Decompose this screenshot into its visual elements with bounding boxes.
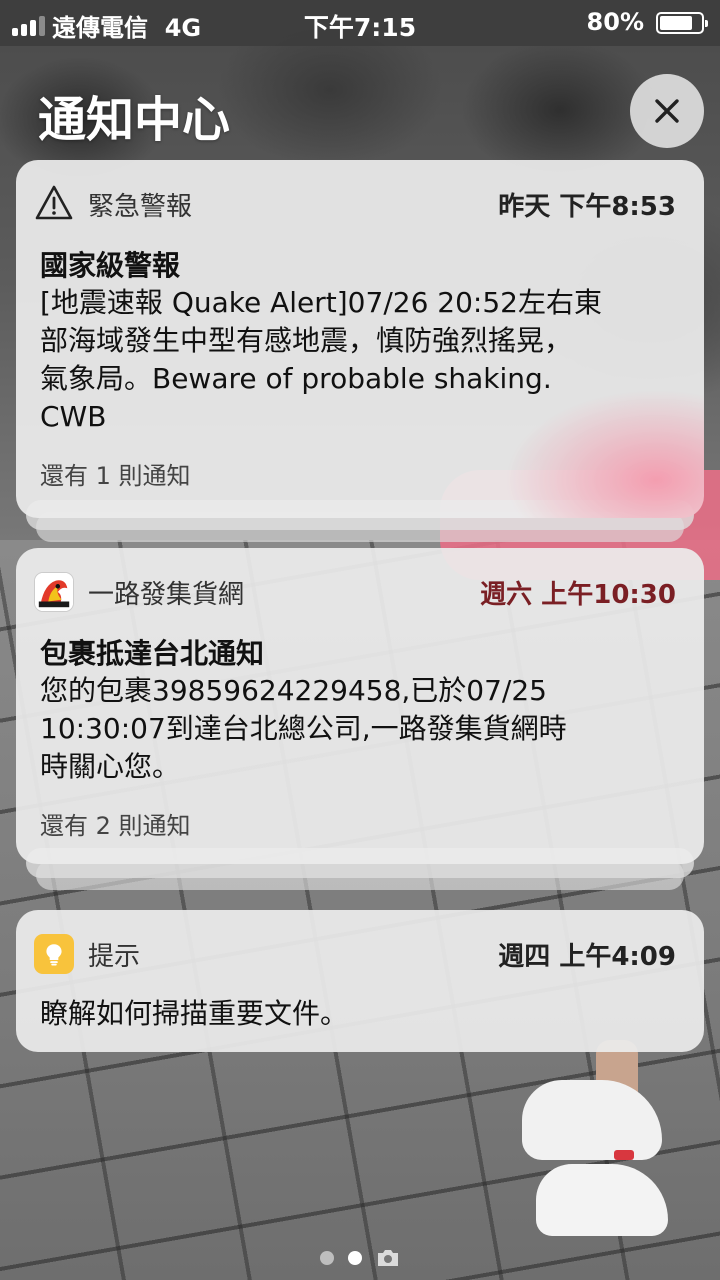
close-button[interactable] [630,74,704,148]
notification-time: 週六 上午10:30 [480,580,676,610]
notification-title: 瞭解如何掃描重要文件。 [40,997,349,1030]
notification-body-line: 氣象局。Beware of probable shaking. [40,362,552,395]
notification-time: 昨天 下午8:53 [498,192,676,222]
notification-body-line: [地震速報 Quake Alert]07/26 20:52左右東 [40,286,602,319]
more-notifications-count: 還有 2 則通知 [40,812,191,840]
battery-percentage: 80% [586,8,644,36]
notification-body: [地震速報 Quake Alert]07/26 20:52左右東 部海域發生中型… [40,284,680,436]
notification-center-title: 通知中心 [38,92,231,148]
page-dot-active[interactable] [348,1251,362,1265]
notification-body-line: 您的包裹39859624229458,已於07/25 [40,674,547,707]
battery-level-fill [660,16,692,30]
lightbulb-icon [34,934,74,974]
notification-body-line: 10:30:07到達台北總公司,一路發集貨網時 [40,712,567,745]
close-icon [655,99,679,123]
notification-title: 國家級警報 [40,249,181,282]
notification-app-name: 一路發集貨網 [88,580,245,610]
warning-triangle-icon [35,185,73,220]
camera-icon[interactable] [376,1248,400,1268]
notification-body-line: 時關心您。 [40,750,181,783]
notification-body: 您的包裹39859624229458,已於07/25 10:30:07到達台北總… [40,672,680,786]
notification-card-parcel[interactable]: 一路發集貨網 週六 上午10:30 包裹抵達台北通知 您的包裹398596242… [16,548,704,864]
notification-body-line: 部海域發生中型有感地震，慎防強烈搖晃， [40,324,573,357]
notification-card-emergency-alert[interactable]: 緊急警報 昨天 下午8:53 國家級警報 [地震速報 Quake Alert]0… [16,160,704,518]
notification-body-line: CWB [40,400,107,433]
notification-time: 週四 上午4:09 [498,942,676,972]
notification-stack-layer [36,860,684,890]
notification-app-name: 緊急警報 [88,192,193,222]
parcel-app-icon [34,572,74,612]
more-notifications-count: 還有 1 則通知 [40,462,191,490]
wallpaper-sneaker-accent [614,1150,634,1160]
notification-title: 包裹抵達台北通知 [40,637,265,670]
notification-app-name: 提示 [88,942,141,972]
notification-card-tips[interactable]: 提示 週四 上午4:09 瞭解如何掃描重要文件。 [16,910,704,1052]
page-indicator[interactable] [0,1248,720,1268]
status-bar: 遠傳電信 4G 下午7:15 80% [0,0,720,46]
page-dot[interactable] [320,1251,334,1265]
battery-icon [656,12,708,34]
